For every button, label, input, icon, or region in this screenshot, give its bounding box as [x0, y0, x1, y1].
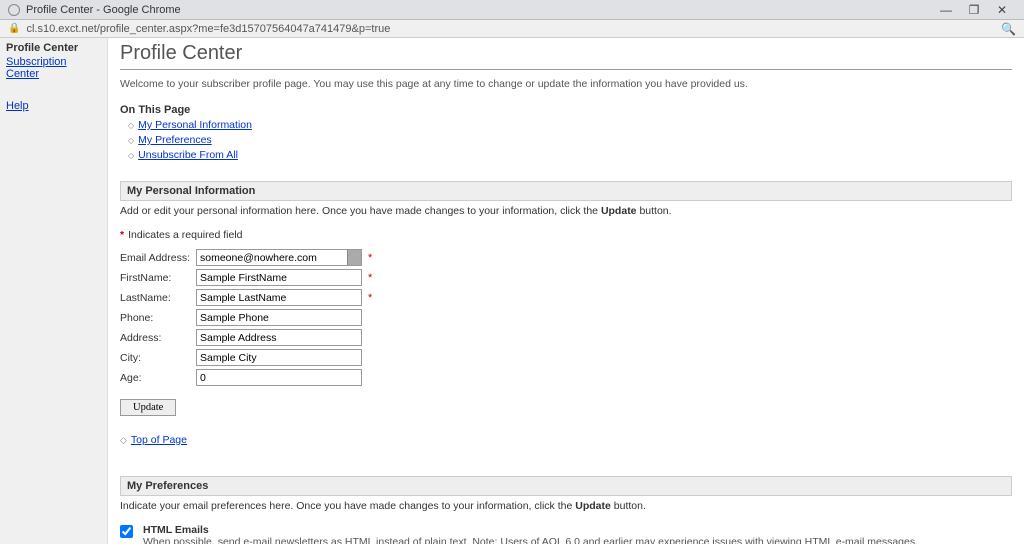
- pref-title: HTML Emails: [143, 524, 918, 536]
- link-preferences[interactable]: My Preferences: [138, 134, 212, 146]
- up-caret-icon: ◇: [120, 435, 127, 445]
- address-bar: 🔒 cl.s10.exct.net/profile_center.aspx?me…: [0, 20, 1024, 38]
- top-of-page-link[interactable]: Top of Page: [131, 434, 187, 446]
- close-button[interactable]: ✕: [988, 3, 1016, 17]
- window-title-bar: Profile Center - Google Chrome — ❐ ✕: [0, 0, 1024, 20]
- input-address[interactable]: [196, 329, 362, 346]
- input-age[interactable]: [196, 369, 362, 386]
- sidebar-help-link[interactable]: Help: [6, 100, 101, 112]
- section-prefs-header: My Preferences: [120, 476, 1012, 496]
- required-star-icon: *: [368, 292, 372, 304]
- input-firstname[interactable]: [196, 269, 362, 286]
- label-firstname: FirstName:: [120, 272, 196, 284]
- form-row-firstname: FirstName: *: [120, 269, 1012, 286]
- label-lastname: LastName:: [120, 292, 196, 304]
- lock-icon: 🔒: [8, 23, 20, 34]
- diamond-icon: ◇: [128, 151, 134, 160]
- pref-desc: When possible, send e-mail newsletters a…: [143, 536, 918, 544]
- input-email[interactable]: [196, 249, 362, 266]
- label-city: City:: [120, 352, 196, 364]
- update-button[interactable]: Update: [120, 399, 176, 416]
- left-sidebar: Profile Center Subscription Center Help: [0, 38, 108, 544]
- form-row-city: City:: [120, 349, 1012, 366]
- pref-item: HTML EmailsWhen possible, send e-mail ne…: [120, 524, 1012, 544]
- required-star-icon: *: [120, 229, 124, 241]
- diamond-icon: ◇: [128, 121, 134, 130]
- required-star-icon: *: [368, 252, 372, 264]
- required-star-icon: *: [368, 272, 372, 284]
- link-personal-info[interactable]: My Personal Information: [138, 119, 252, 131]
- label-age: Age:: [120, 372, 196, 384]
- required-note: *Indicates a required field: [120, 229, 1012, 241]
- section-personal-header: My Personal Information: [120, 181, 1012, 201]
- on-this-page-nav: On This Page ◇ My Personal Information ◇ M…: [120, 104, 1012, 163]
- pref-checkbox[interactable]: [120, 525, 133, 538]
- minimize-button[interactable]: —: [932, 3, 960, 17]
- diamond-icon: ◇: [128, 136, 134, 145]
- section-personal-desc: Add or edit your personal information he…: [120, 205, 1012, 217]
- url-text[interactable]: cl.s10.exct.net/profile_center.aspx?me=f…: [26, 23, 390, 35]
- sidebar-title: Profile Center: [6, 42, 101, 54]
- section-prefs-desc: Indicate your email preferences here. On…: [120, 500, 1012, 512]
- main-content: Profile Center Welcome to your subscribe…: [108, 38, 1024, 544]
- top-of-page-link-row: ◇ Top of Page: [120, 434, 1012, 446]
- maximize-button[interactable]: ❐: [960, 3, 988, 17]
- form-row-lastname: LastName: *: [120, 289, 1012, 306]
- page-title: Profile Center: [120, 38, 1012, 70]
- dropdown-icon[interactable]: [347, 250, 361, 265]
- search-icon[interactable]: 🔍: [1001, 22, 1016, 36]
- label-phone: Phone:: [120, 312, 196, 324]
- form-row-phone: Phone:: [120, 309, 1012, 326]
- sidebar-subscription-link[interactable]: Subscription Center: [6, 56, 101, 80]
- on-this-page-heading: On This Page: [120, 104, 1012, 116]
- input-lastname[interactable]: [196, 289, 362, 306]
- input-phone[interactable]: [196, 309, 362, 326]
- label-address: Address:: [120, 332, 196, 344]
- input-city[interactable]: [196, 349, 362, 366]
- favicon-icon: [8, 4, 20, 16]
- intro-text: Welcome to your subscriber profile page.…: [120, 78, 1012, 90]
- form-row-address: Address:: [120, 329, 1012, 346]
- window-title: Profile Center - Google Chrome: [26, 4, 181, 16]
- link-unsubscribe[interactable]: Unsubscribe From All: [138, 149, 238, 161]
- form-row-email: Email Address: *: [120, 249, 1012, 266]
- form-row-age: Age:: [120, 369, 1012, 386]
- label-email: Email Address:: [120, 252, 196, 264]
